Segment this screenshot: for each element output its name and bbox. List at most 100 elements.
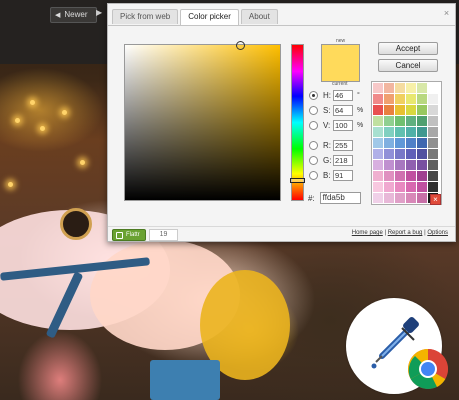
hue-slider-handle[interactable]: [290, 178, 305, 183]
color-swatch[interactable]: [406, 105, 416, 115]
color-swatch[interactable]: [373, 127, 383, 137]
color-swatch[interactable]: [395, 116, 405, 126]
options-link[interactable]: Options: [427, 230, 448, 236]
color-swatch[interactable]: [384, 193, 394, 203]
color-swatch[interactable]: [373, 94, 383, 104]
color-swatch[interactable]: [417, 193, 427, 203]
color-swatch[interactable]: [428, 116, 438, 126]
color-swatch[interactable]: [428, 182, 438, 192]
color-swatch[interactable]: [406, 182, 416, 192]
home-page-link[interactable]: Home page: [352, 230, 383, 236]
color-swatch[interactable]: [373, 116, 383, 126]
color-swatch[interactable]: [417, 182, 427, 192]
color-swatch[interactable]: [417, 149, 427, 159]
color-swatch[interactable]: [417, 94, 427, 104]
tab-pick-from-web[interactable]: Pick from web: [112, 9, 179, 24]
color-swatch[interactable]: [428, 149, 438, 159]
flattr-button[interactable]: Flattr: [112, 229, 146, 241]
color-swatch[interactable]: [384, 149, 394, 159]
color-swatch[interactable]: [428, 83, 438, 93]
value-radio[interactable]: [309, 121, 318, 130]
color-swatch[interactable]: [406, 83, 416, 93]
green-radio[interactable]: [309, 156, 318, 165]
color-swatch[interactable]: [384, 127, 394, 137]
color-swatch[interactable]: [417, 138, 427, 148]
color-swatch[interactable]: [395, 149, 405, 159]
saturation-value-square[interactable]: [124, 41, 281, 201]
report-bug-link[interactable]: Report a bug: [388, 230, 423, 236]
red-input[interactable]: 255: [333, 140, 353, 151]
play-icon[interactable]: ▶: [96, 8, 102, 17]
color-swatch[interactable]: [384, 83, 394, 93]
color-swatch[interactable]: [373, 105, 383, 115]
color-swatch[interactable]: [395, 83, 405, 93]
tab-about[interactable]: About: [240, 9, 278, 24]
color-swatch[interactable]: [384, 171, 394, 181]
color-swatch[interactable]: [428, 138, 438, 148]
color-swatch[interactable]: [417, 116, 427, 126]
hue-label: H:: [323, 91, 331, 100]
no-color-icon[interactable]: ×: [430, 194, 441, 205]
color-swatch[interactable]: [417, 127, 427, 137]
color-swatch[interactable]: [406, 193, 416, 203]
color-swatch[interactable]: [384, 105, 394, 115]
color-swatch[interactable]: [406, 127, 416, 137]
blue-radio[interactable]: [309, 171, 318, 180]
saturation-input[interactable]: 64: [333, 105, 353, 116]
color-swatch[interactable]: [395, 193, 405, 203]
color-swatch[interactable]: [395, 105, 405, 115]
newer-button[interactable]: ◀ Newer: [50, 7, 97, 23]
color-swatch[interactable]: [373, 193, 383, 203]
hue-slider[interactable]: [290, 44, 305, 201]
blue-input[interactable]: 91: [333, 170, 353, 181]
tab-color-picker[interactable]: Color picker: [180, 9, 239, 25]
color-swatch[interactable]: [406, 149, 416, 159]
color-swatch[interactable]: [406, 171, 416, 181]
hue-radio[interactable]: [309, 91, 318, 100]
color-swatch[interactable]: [373, 171, 383, 181]
color-swatch[interactable]: [428, 160, 438, 170]
color-swatch[interactable]: [406, 94, 416, 104]
color-swatch[interactable]: [395, 94, 405, 104]
close-icon[interactable]: ×: [442, 9, 451, 18]
green-input[interactable]: 218: [333, 155, 353, 166]
tab-divider: [108, 25, 455, 26]
color-swatch[interactable]: [428, 127, 438, 137]
color-swatch[interactable]: [395, 138, 405, 148]
color-swatch[interactable]: [406, 138, 416, 148]
color-swatch[interactable]: [373, 83, 383, 93]
color-swatch[interactable]: [384, 182, 394, 192]
color-swatch[interactable]: [428, 105, 438, 115]
color-swatch[interactable]: [384, 160, 394, 170]
color-swatch[interactable]: [428, 94, 438, 104]
swatch-palette: [371, 81, 442, 205]
color-swatch[interactable]: [373, 149, 383, 159]
saturation-radio[interactable]: [309, 106, 318, 115]
color-swatch[interactable]: [384, 116, 394, 126]
color-swatch[interactable]: [384, 94, 394, 104]
color-swatch[interactable]: [417, 171, 427, 181]
color-swatch[interactable]: [384, 138, 394, 148]
color-swatch[interactable]: [417, 105, 427, 115]
link-separator: |: [384, 230, 387, 236]
color-swatch[interactable]: [395, 160, 405, 170]
color-swatch[interactable]: [373, 138, 383, 148]
hue-input[interactable]: 46: [333, 90, 353, 101]
red-radio[interactable]: [309, 141, 318, 150]
color-swatch[interactable]: [395, 171, 405, 181]
color-swatch[interactable]: [406, 160, 416, 170]
value-input[interactable]: 100: [333, 120, 353, 131]
color-swatch[interactable]: [417, 83, 427, 93]
color-swatch[interactable]: [417, 160, 427, 170]
color-swatch[interactable]: [406, 116, 416, 126]
color-swatch[interactable]: [395, 182, 405, 192]
color-swatch[interactable]: [373, 160, 383, 170]
link-separator: |: [424, 230, 426, 236]
color-swatch[interactable]: [373, 182, 383, 192]
hex-input[interactable]: ffda5b: [319, 192, 361, 204]
sv-picker-handle[interactable]: [236, 41, 245, 50]
color-swatch[interactable]: [428, 171, 438, 181]
color-swatch[interactable]: [395, 127, 405, 137]
accept-button[interactable]: Accept: [378, 42, 438, 55]
cancel-button[interactable]: Cancel: [378, 59, 438, 72]
